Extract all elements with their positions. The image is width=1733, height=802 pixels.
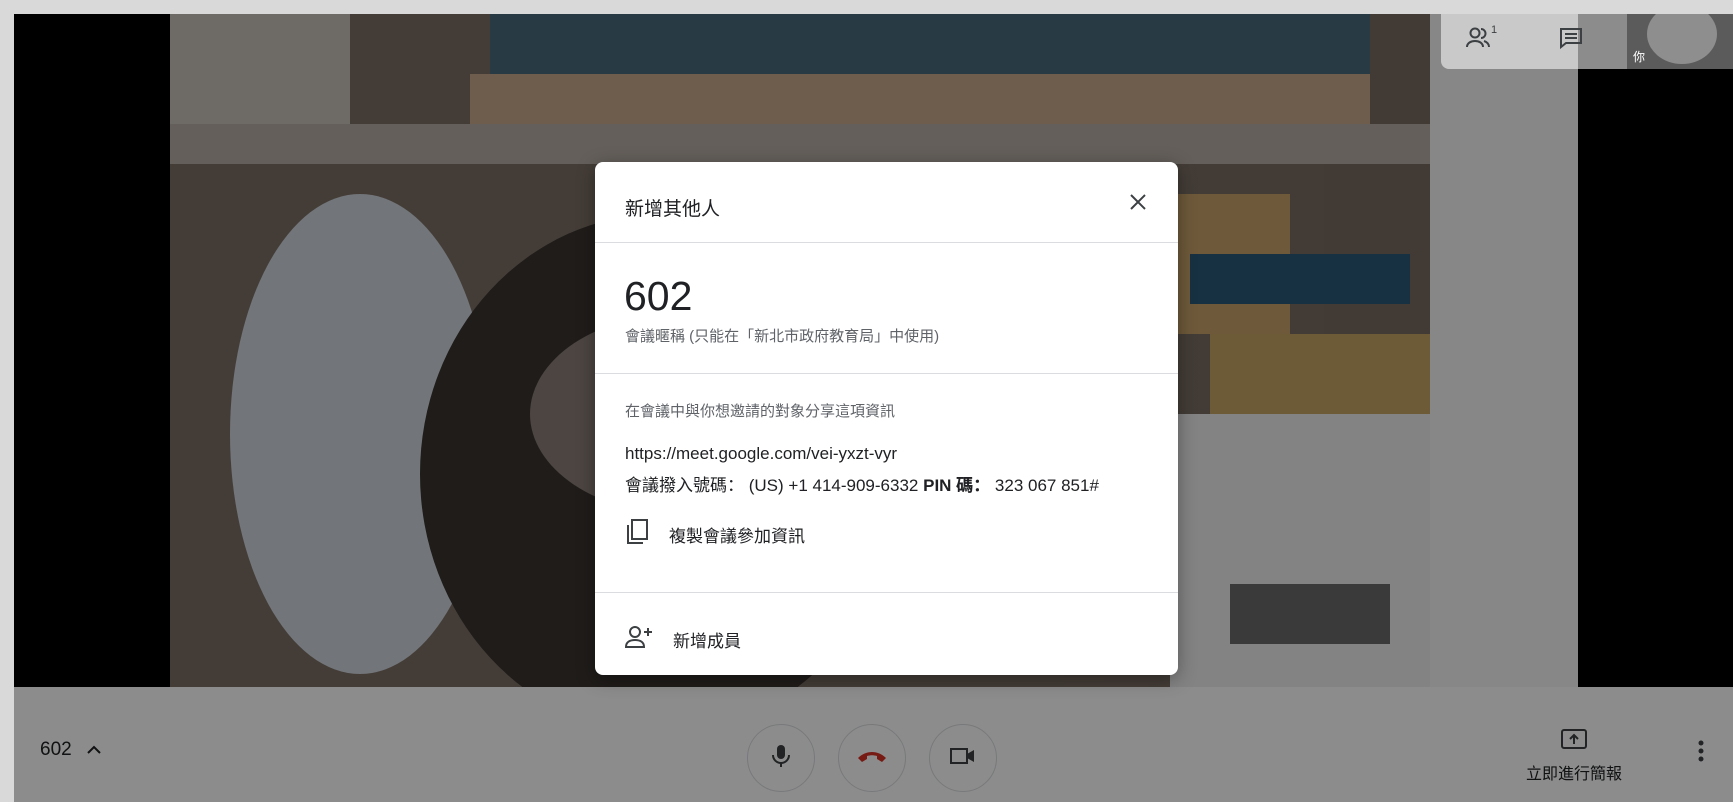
dial-in-info: 會議撥入號碼： (US) +1 414-909-6332 PIN 碼： 323 …: [625, 471, 1099, 496]
close-icon: [1128, 192, 1148, 217]
meeting-nickname-note: 會議暱稱 (只能在「新北市政府教育局」中使用): [625, 328, 940, 345]
top-right-controls: 1 你: [1441, 14, 1733, 69]
meet-window: 1 你 602 立即進行簡報 新增其他人 602 會議暱稱 (只能在「新北市政府…: [14, 14, 1733, 802]
dial-number[interactable]: (US) +1 414-909-6332: [749, 476, 919, 495]
dialog-meeting-code: 602: [624, 273, 693, 319]
meeting-code-section: 602 會議暱稱 (只能在「新北市政府教育局」中使用): [595, 243, 1178, 374]
close-button[interactable]: [1124, 190, 1152, 218]
share-prompt: 在會議中與你想邀請的對象分享這項資訊: [625, 403, 896, 420]
dial-label: 會議撥入號碼：: [625, 476, 744, 495]
dialog-header: 新增其他人: [595, 162, 1178, 243]
participant-count: 1: [1491, 24, 1498, 36]
add-person-icon: [624, 625, 653, 654]
meeting-link[interactable]: https://meet.google.com/vei-yxzt-vyr: [625, 444, 897, 464]
people-button[interactable]: 1: [1459, 22, 1499, 58]
add-people-section: 新增成員: [595, 593, 1178, 673]
self-label: 你: [1633, 50, 1646, 64]
bottom-control-bar: 602 立即進行簡報: [14, 687, 1733, 802]
pin-label: PIN 碼：: [923, 476, 991, 495]
add-member-label: 新增成員: [673, 632, 741, 651]
share-info-section: 在會議中與你想邀請的對象分享這項資訊 https://meet.google.c…: [595, 374, 1178, 593]
copy-join-info-label: 複製會議參加資訊: [669, 527, 805, 546]
copy-icon: [625, 518, 649, 551]
pin-value: 323 067 851#: [994, 476, 1099, 495]
chat-icon: [1558, 26, 1584, 55]
self-view-thumbnail[interactable]: 你: [1627, 14, 1733, 69]
people-icon: [1464, 25, 1494, 56]
dialog-title: 新增其他人: [625, 199, 721, 220]
copy-join-info-button[interactable]: 複製會議參加資訊: [625, 518, 805, 551]
add-member-button[interactable]: 新增成員: [624, 625, 741, 654]
add-people-dialog: 新增其他人 602 會議暱稱 (只能在「新北市政府教育局」中使用) 在會議中與你…: [595, 162, 1178, 675]
chat-button[interactable]: [1551, 22, 1591, 58]
